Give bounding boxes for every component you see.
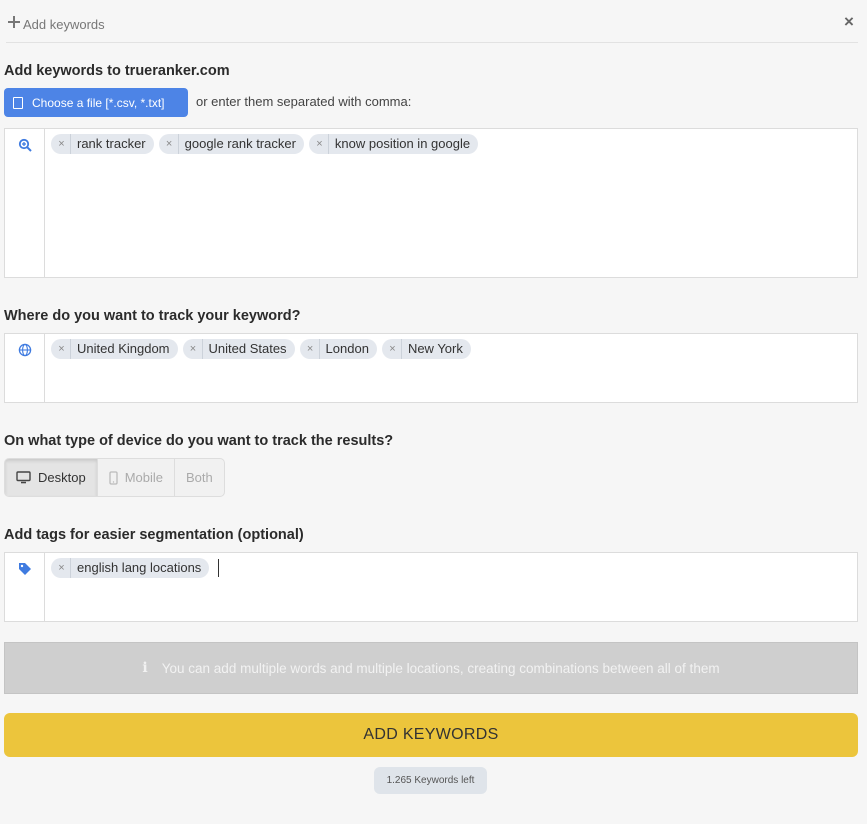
- keyword-chip: × google rank tracker: [158, 134, 304, 154]
- globe-icon: [18, 343, 32, 357]
- chip-label: google rank tracker: [177, 134, 296, 154]
- location-chip: × New York: [381, 339, 471, 359]
- device-option-both[interactable]: Both: [175, 459, 224, 496]
- plus-icon: [8, 16, 20, 28]
- remove-chip-button[interactable]: ×: [313, 138, 326, 150]
- choose-file-label: Choose a file [*.csv, *.txt]: [32, 95, 165, 110]
- chip-label: United States: [201, 339, 287, 359]
- device-option-mobile[interactable]: Mobile: [98, 459, 175, 496]
- remove-chip-button[interactable]: ×: [55, 562, 68, 574]
- location-chip: × United Kingdom: [51, 339, 178, 359]
- tag-icon: [19, 563, 31, 575]
- tag-chip: × english lang locations: [51, 558, 210, 578]
- locations-gutter: [5, 334, 45, 402]
- remove-chip-button[interactable]: ×: [163, 138, 176, 150]
- locations-input[interactable]: × United Kingdom × United States × London ×…: [4, 333, 858, 403]
- chip-label: rank tracker: [70, 134, 146, 154]
- panel-title: Add keywords: [23, 17, 105, 32]
- tags-gutter: [5, 553, 45, 621]
- chip-label: New York: [400, 339, 463, 359]
- file-icon: [13, 96, 23, 109]
- keywords-input[interactable]: × rank tracker × google rank tracker × know…: [4, 128, 858, 278]
- chip-label: United Kingdom: [70, 339, 170, 359]
- remove-chip-button[interactable]: ×: [55, 138, 68, 150]
- tag-chips: × english lang locations: [51, 558, 220, 578]
- tags-heading: Add tags for easier segmentation (option…: [4, 527, 304, 543]
- search-plus-icon: [18, 138, 32, 152]
- tags-input[interactable]: × english lang locations: [4, 552, 858, 622]
- desktop-icon: [16, 471, 31, 484]
- remove-chip-button[interactable]: ×: [386, 343, 399, 355]
- device-label: Desktop: [38, 470, 86, 485]
- device-option-desktop[interactable]: Desktop: [5, 459, 98, 496]
- chip-label: english lang locations: [70, 558, 201, 578]
- remove-chip-button[interactable]: ×: [55, 343, 68, 355]
- keywords-heading: Add keywords to trueranker.com: [4, 63, 230, 79]
- keyword-chip: × rank tracker: [51, 134, 154, 154]
- choose-file-button[interactable]: Choose a file [*.csv, *.txt]: [4, 88, 188, 117]
- remove-chip-button[interactable]: ×: [304, 343, 317, 355]
- device-label: Both: [186, 470, 213, 485]
- add-keywords-button[interactable]: ADD KEYWORDS: [4, 713, 858, 757]
- info-icon: i: [142, 660, 148, 676]
- locations-heading: Where do you want to track your keyword?: [4, 308, 301, 324]
- location-chips: × United Kingdom × United States × London ×…: [51, 339, 471, 359]
- info-text: You can add multiple words and multiple …: [161, 660, 720, 676]
- info-bar: i You can add multiple words and multipl…: [4, 642, 858, 694]
- keywords-left-badge: 1.265 Keywords left: [374, 767, 487, 794]
- close-button[interactable]: ×: [842, 13, 856, 30]
- keyword-chip: × know position in google: [308, 134, 479, 154]
- panel-header: Add keywords ×: [6, 12, 858, 43]
- text-caret: [218, 559, 220, 577]
- location-chip: × London: [299, 339, 377, 359]
- mobile-icon: [109, 470, 118, 485]
- chip-label: London: [318, 339, 369, 359]
- device-selector: Desktop Mobile Both: [4, 458, 225, 497]
- device-label: Mobile: [124, 470, 163, 485]
- remove-chip-button[interactable]: ×: [187, 343, 200, 355]
- or-enter-text: or enter them separated with comma:: [196, 94, 412, 109]
- keyword-chips: × rank tracker × google rank tracker × know…: [51, 134, 479, 154]
- location-chip: × United States: [182, 339, 295, 359]
- keywords-gutter: [5, 129, 45, 277]
- device-heading: On what type of device do you want to tr…: [4, 433, 394, 449]
- chip-label: know position in google: [327, 134, 470, 154]
